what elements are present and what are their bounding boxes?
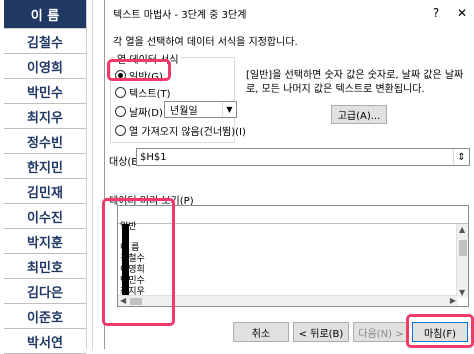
help-button[interactable]: ? (423, 2, 449, 24)
sheet-cell[interactable]: 박지훈 (4, 230, 86, 254)
target-input[interactable]: $H$1 ⇕ (136, 148, 470, 166)
spreadsheet-name-column: 이 름 김철수 이영희 박민수 최지우 정수빈 한지민 김민재 이수진 박지훈 … (0, 0, 86, 354)
scroll-up-icon[interactable]: ▲ (459, 225, 465, 234)
close-button[interactable]: ✕ (449, 2, 474, 24)
back-button[interactable]: < 뒤로(B) (293, 322, 349, 342)
sheet-cell[interactable]: 이준호 (4, 305, 86, 329)
text-wizard-dialog: 텍스트 마법사 - 3단계 중 3단계 ? ✕ 각 열을 선택하여 데이터 서식… (102, 0, 474, 349)
scroll-down-icon[interactable]: ▼ (459, 288, 465, 297)
radio-text-label: 텍스트(T) (129, 89, 171, 100)
radio-skip-label: 열 가져오지 않음(건너뜀)(I) (129, 127, 246, 138)
scroll-right-icon[interactable]: ▶ (450, 296, 456, 305)
range-select-icon[interactable]: ⇕ (453, 149, 469, 165)
sheet-cell[interactable]: 김민재 (4, 180, 86, 204)
sheet-cell[interactable]: 김철수 (4, 30, 86, 54)
radio-date-label: 날짜(D): (129, 108, 167, 119)
radio-text[interactable]: 텍스트(T) (115, 85, 171, 100)
dialog-titlebar[interactable]: 텍스트 마법사 - 3단계 중 3단계 ? ✕ (105, 0, 474, 26)
radio-text-indicator[interactable] (115, 87, 126, 98)
sheet-cell[interactable]: 최민호 (4, 255, 86, 279)
advanced-button[interactable]: 고급(A)... (331, 105, 387, 124)
radio-skip[interactable]: 열 가져오지 않음(건너뜀)(I) (115, 123, 246, 138)
sheet-cell[interactable]: 김다은 (4, 280, 86, 304)
radio-date[interactable]: 날짜(D): (115, 104, 166, 119)
sheet-cell[interactable]: 한지민 (4, 155, 86, 179)
next-button[interactable]: 다음(N) > (353, 322, 409, 342)
sheet-cell[interactable]: 정수빈 (4, 130, 86, 154)
column-header-name[interactable]: 이 름 (4, 0, 86, 29)
sheet-cell[interactable]: 최지우 (4, 105, 86, 129)
vertical-scroll-thumb[interactable] (459, 240, 467, 256)
sheet-cell[interactable]: 박민수 (4, 80, 86, 104)
preview-vertical-scrollbar[interactable]: ▲ ▼ (456, 224, 468, 298)
sheet-cell[interactable]: 박서연 (4, 330, 86, 354)
cancel-button[interactable]: 취소 (233, 322, 289, 342)
sheet-cell[interactable]: 이수진 (4, 205, 86, 229)
highlight-preview-column (102, 198, 175, 326)
highlight-finish-button (406, 314, 474, 348)
format-description: [일반]을 선택하면 숫자 값은 숫자로, 날짜 값은 날짜로, 모든 나머지 … (246, 70, 464, 95)
highlight-general-option (107, 59, 171, 81)
date-format-select[interactable]: 년월일 ▼ (164, 101, 237, 118)
chevron-down-icon[interactable]: ▼ (222, 102, 236, 117)
dialog-title: 텍스트 마법사 - 3단계 중 3단계 (113, 9, 247, 21)
date-format-value: 년월일 (170, 106, 198, 117)
radio-skip-indicator[interactable] (115, 125, 126, 136)
target-value: $H$1 (140, 151, 167, 163)
instruction-text: 각 열을 선택하여 데이터 서식을 지정합니다. (113, 37, 298, 48)
sheet-cell[interactable]: 이영희 (4, 55, 86, 79)
radio-date-indicator[interactable] (115, 106, 126, 117)
